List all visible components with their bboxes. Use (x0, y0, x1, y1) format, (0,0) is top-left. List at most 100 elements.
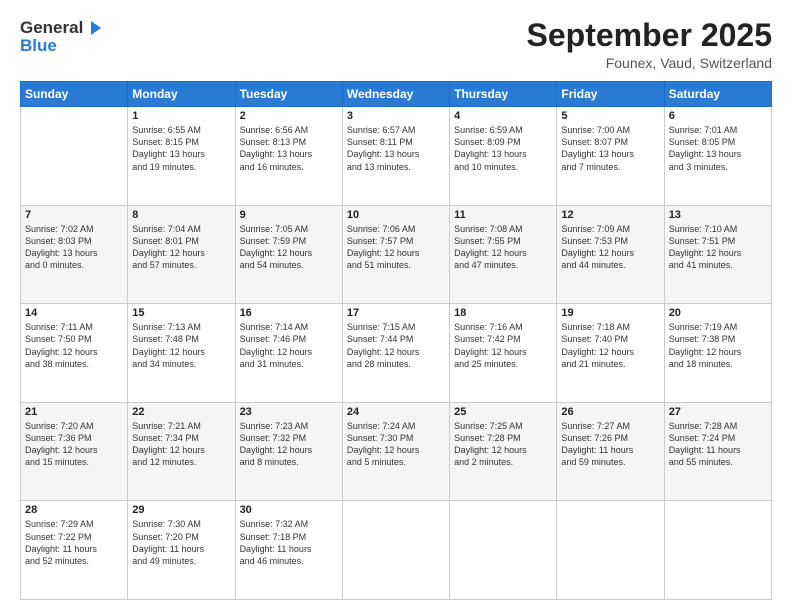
day-info: Sunrise: 7:20 AMSunset: 7:36 PMDaylight:… (25, 420, 123, 469)
table-row: 5 Sunrise: 7:00 AMSunset: 8:07 PMDaylight… (557, 107, 664, 206)
table-row (342, 501, 449, 600)
day-number: 6 (669, 110, 767, 122)
title-block: September 2025 Founex, Vaud, Switzerland (527, 18, 772, 71)
day-number: 19 (561, 307, 659, 319)
table-row: 18Sunrise: 7:16 AMSunset: 7:42 PMDayligh… (450, 304, 557, 403)
day-info: Sunrise: 7:09 AMSunset: 7:53 PMDaylight:… (561, 223, 659, 272)
day-number: 24 (347, 406, 445, 418)
day-info: Sunrise: 7:24 AMSunset: 7:30 PMDaylight:… (347, 420, 445, 469)
day-number: 3 (347, 110, 445, 122)
col-monday: Monday (128, 82, 235, 107)
logo-arrow-icon (87, 19, 105, 37)
table-row: 6 Sunrise: 7:01 AMSunset: 8:05 PMDaylight… (664, 107, 771, 206)
col-wednesday: Wednesday (342, 82, 449, 107)
day-number: 26 (561, 406, 659, 418)
calendar-week-row: 28 Sunrise: 7:29 AMSunset: 7:22 PMDayligh… (21, 501, 772, 600)
day-info: Sunrise: 6:55 AMSunset: 8:15 PMDaylight:… (132, 124, 230, 173)
col-sunday: Sunday (21, 82, 128, 107)
day-info: Sunrise: 7:00 AMSunset: 8:07 PMDaylight:… (561, 124, 659, 173)
day-number: 21 (25, 406, 123, 418)
table-row: 27 Sunrise: 7:28 AMSunset: 7:24 PMDayligh… (664, 402, 771, 501)
day-number: 7 (25, 209, 123, 221)
table-row (21, 107, 128, 206)
table-row (557, 501, 664, 600)
location: Founex, Vaud, Switzerland (527, 55, 772, 71)
table-row: 2Sunrise: 6:56 AMSunset: 8:13 PMDaylight… (235, 107, 342, 206)
table-row: 29 Sunrise: 7:30 AMSunset: 7:20 PMDayligh… (128, 501, 235, 600)
day-info: Sunrise: 7:28 AMSunset: 7:24 PMDaylight:… (669, 420, 767, 469)
table-row: 20 Sunrise: 7:19 AMSunset: 7:38 PMDayligh… (664, 304, 771, 403)
day-info: Sunrise: 7:10 AMSunset: 7:51 PMDaylight:… (669, 223, 767, 272)
day-number: 1 (132, 110, 230, 122)
day-number: 13 (669, 209, 767, 221)
table-row (450, 501, 557, 600)
day-info: Sunrise: 7:04 AMSunset: 8:01 PMDaylight:… (132, 223, 230, 272)
col-friday: Friday (557, 82, 664, 107)
day-number: 9 (240, 209, 338, 221)
day-number: 15 (132, 307, 230, 319)
table-row: 28 Sunrise: 7:29 AMSunset: 7:22 PMDayligh… (21, 501, 128, 600)
day-info: Sunrise: 6:57 AMSunset: 8:11 PMDaylight:… (347, 124, 445, 173)
day-number: 4 (454, 110, 552, 122)
table-row: 14 Sunrise: 7:11 AMSunset: 7:50 PMDayligh… (21, 304, 128, 403)
logo-blue-text: Blue (20, 36, 57, 56)
table-row: 30 Sunrise: 7:32 AMSunset: 7:18 PMDayligh… (235, 501, 342, 600)
table-row: 4Sunrise: 6:59 AMSunset: 8:09 PMDaylight… (450, 107, 557, 206)
col-thursday: Thursday (450, 82, 557, 107)
day-info: Sunrise: 7:32 AMSunset: 7:18 PMDaylight:… (240, 518, 338, 567)
table-row: 7Sunrise: 7:02 AMSunset: 8:03 PMDaylight… (21, 205, 128, 304)
day-info: Sunrise: 7:13 AMSunset: 7:48 PMDaylight:… (132, 321, 230, 370)
calendar-week-row: 21 Sunrise: 7:20 AMSunset: 7:36 PMDayligh… (21, 402, 772, 501)
day-info: Sunrise: 7:23 AMSunset: 7:32 PMDaylight:… (240, 420, 338, 469)
table-row: 22 Sunrise: 7:21 AMSunset: 7:34 PMDayligh… (128, 402, 235, 501)
table-row: 10Sunrise: 7:06 AMSunset: 7:57 PMDayligh… (342, 205, 449, 304)
day-number: 16 (240, 307, 338, 319)
day-info: Sunrise: 7:01 AMSunset: 8:05 PMDaylight:… (669, 124, 767, 173)
day-number: 20 (669, 307, 767, 319)
table-row: 11 Sunrise: 7:08 AMSunset: 7:55 PMDayligh… (450, 205, 557, 304)
day-number: 17 (347, 307, 445, 319)
table-row: 1 Sunrise: 6:55 AMSunset: 8:15 PMDaylight… (128, 107, 235, 206)
day-number: 23 (240, 406, 338, 418)
day-info: Sunrise: 7:11 AMSunset: 7:50 PMDaylight:… (25, 321, 123, 370)
col-saturday: Saturday (664, 82, 771, 107)
day-number: 11 (454, 209, 552, 221)
day-info: Sunrise: 7:27 AMSunset: 7:26 PMDaylight:… (561, 420, 659, 469)
day-info: Sunrise: 7:29 AMSunset: 7:22 PMDaylight:… (25, 518, 123, 567)
day-number: 28 (25, 504, 123, 516)
table-row: 23 Sunrise: 7:23 AMSunset: 7:32 PMDayligh… (235, 402, 342, 501)
table-row: 21 Sunrise: 7:20 AMSunset: 7:36 PMDayligh… (21, 402, 128, 501)
page: General Blue September 2025 Founex, Vaud… (0, 0, 792, 612)
day-number: 25 (454, 406, 552, 418)
col-tuesday: Tuesday (235, 82, 342, 107)
calendar-table: Sunday Monday Tuesday Wednesday Thursday… (20, 81, 772, 600)
table-row: 16Sunrise: 7:14 AMSunset: 7:46 PMDayligh… (235, 304, 342, 403)
table-row: 15 Sunrise: 7:13 AMSunset: 7:48 PMDayligh… (128, 304, 235, 403)
day-info: Sunrise: 7:08 AMSunset: 7:55 PMDaylight:… (454, 223, 552, 272)
table-row: 24 Sunrise: 7:24 AMSunset: 7:30 PMDayligh… (342, 402, 449, 501)
day-number: 18 (454, 307, 552, 319)
logo: General Blue (20, 18, 105, 55)
day-info: Sunrise: 7:30 AMSunset: 7:20 PMDaylight:… (132, 518, 230, 567)
day-info: Sunrise: 7:05 AMSunset: 7:59 PMDaylight:… (240, 223, 338, 272)
table-row: 26 Sunrise: 7:27 AMSunset: 7:26 PMDayligh… (557, 402, 664, 501)
table-row: 17Sunrise: 7:15 AMSunset: 7:44 PMDayligh… (342, 304, 449, 403)
day-number: 14 (25, 307, 123, 319)
day-number: 30 (240, 504, 338, 516)
table-row: 9 Sunrise: 7:05 AMSunset: 7:59 PMDaylight… (235, 205, 342, 304)
day-number: 29 (132, 504, 230, 516)
day-number: 27 (669, 406, 767, 418)
day-number: 2 (240, 110, 338, 122)
day-number: 10 (347, 209, 445, 221)
day-info: Sunrise: 7:18 AMSunset: 7:40 PMDaylight:… (561, 321, 659, 370)
table-row (664, 501, 771, 600)
day-number: 22 (132, 406, 230, 418)
day-number: 8 (132, 209, 230, 221)
table-row: 25 Sunrise: 7:25 AMSunset: 7:28 PMDayligh… (450, 402, 557, 501)
table-row: 12Sunrise: 7:09 AMSunset: 7:53 PMDayligh… (557, 205, 664, 304)
day-number: 5 (561, 110, 659, 122)
day-info: Sunrise: 7:19 AMSunset: 7:38 PMDaylight:… (669, 321, 767, 370)
table-row: 19 Sunrise: 7:18 AMSunset: 7:40 PMDayligh… (557, 304, 664, 403)
day-info: Sunrise: 7:21 AMSunset: 7:34 PMDaylight:… (132, 420, 230, 469)
day-info: Sunrise: 7:25 AMSunset: 7:28 PMDaylight:… (454, 420, 552, 469)
